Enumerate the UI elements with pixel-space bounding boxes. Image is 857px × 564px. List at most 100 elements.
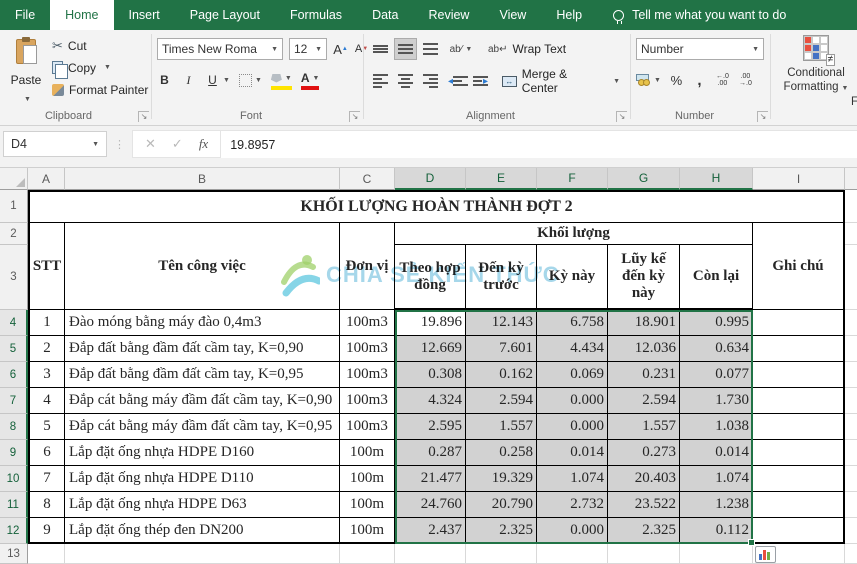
cell-A6[interactable]: 3 xyxy=(28,362,65,388)
cell-D10[interactable]: 21.477 xyxy=(395,466,466,492)
cell-H13[interactable] xyxy=(680,544,753,564)
cell-C5[interactable]: 100m3 xyxy=(340,336,395,362)
font-name-combo[interactable]: Times New Roma ▼ xyxy=(157,38,283,60)
cell-G4[interactable]: 18.901 xyxy=(608,310,680,336)
cell-C11[interactable]: 100m xyxy=(340,492,395,518)
enter-button[interactable]: ✓ xyxy=(172,136,183,152)
cell-E8[interactable]: 1.557 xyxy=(466,414,537,440)
tab-view[interactable]: View xyxy=(484,0,541,30)
orientation-button[interactable]: ab⁄ ▼ xyxy=(444,38,478,60)
column-header-F[interactable]: F xyxy=(537,168,608,190)
copy-button[interactable]: Copy ▼ xyxy=(50,58,150,79)
accounting-format-button[interactable]: ▼ xyxy=(636,70,661,90)
cell-H5[interactable]: 0.634 xyxy=(680,336,753,362)
middle-align-button[interactable] xyxy=(394,38,417,60)
header-cell-con-lai[interactable]: Còn lại xyxy=(680,245,753,310)
cell-B12[interactable]: Lắp đặt ống thép đen DN200 xyxy=(65,518,340,544)
cell-C10[interactable]: 100m xyxy=(340,466,395,492)
wrap-text-button[interactable]: ab↵ Wrap Text xyxy=(488,38,574,60)
font-color-button[interactable]: A ▼ xyxy=(300,70,320,90)
cut-button[interactable]: ✂ Cut xyxy=(50,36,150,55)
format-painter-button[interactable]: Format Painter xyxy=(50,80,150,99)
cell-A13[interactable] xyxy=(28,544,65,564)
cell-B5[interactable]: Đắp đất bằng đầm đất cầm tay, K=0,90 xyxy=(65,336,340,362)
row-header-4[interactable]: 4 xyxy=(0,310,28,336)
cell-partial-column[interactable] xyxy=(845,223,857,245)
cell-I10[interactable] xyxy=(753,466,845,492)
cell-H4[interactable]: 0.995 xyxy=(680,310,753,336)
bottom-align-button[interactable] xyxy=(419,38,442,60)
clipboard-dialog-launcher[interactable]: ↘ xyxy=(138,111,149,122)
cell-E10[interactable]: 19.329 xyxy=(466,466,537,492)
cell-partial-column[interactable] xyxy=(845,440,857,466)
cell-D4[interactable]: 19.896 xyxy=(395,310,466,336)
quick-analysis-button[interactable] xyxy=(755,546,776,563)
cell-C8[interactable]: 100m3 xyxy=(340,414,395,440)
cell-partial-column[interactable] xyxy=(845,310,857,336)
fill-handle[interactable] xyxy=(748,539,755,546)
cell-C7[interactable]: 100m3 xyxy=(340,388,395,414)
cell-G12[interactable]: 2.325 xyxy=(608,518,680,544)
cell-B13[interactable] xyxy=(65,544,340,564)
cell-A7[interactable]: 4 xyxy=(28,388,65,414)
top-align-button[interactable] xyxy=(369,38,392,60)
select-all-corner[interactable] xyxy=(0,168,28,190)
number-format-combo[interactable]: Number ▼ xyxy=(636,38,764,60)
header-cell-theo-hop-dong[interactable]: Theo hợp đồng xyxy=(395,245,466,310)
comma-style-button[interactable]: , xyxy=(692,70,707,90)
cell-F4[interactable]: 6.758 xyxy=(537,310,608,336)
increase-indent-button[interactable]: ▸ xyxy=(469,70,492,92)
cell-H10[interactable]: 1.074 xyxy=(680,466,753,492)
cell-F7[interactable]: 0.000 xyxy=(537,388,608,414)
decrease-decimal-button[interactable]: .00 →.0 xyxy=(738,70,753,90)
cell-E7[interactable]: 2.594 xyxy=(466,388,537,414)
cell-C4[interactable]: 100m3 xyxy=(340,310,395,336)
cell-G9[interactable]: 0.273 xyxy=(608,440,680,466)
header-cell-ky-nay[interactable]: Kỳ này xyxy=(537,245,608,310)
row-header-13[interactable]: 13 xyxy=(0,544,28,564)
tab-file[interactable]: File xyxy=(0,0,50,30)
cell-H7[interactable]: 1.730 xyxy=(680,388,753,414)
insert-function-button[interactable]: fx xyxy=(199,136,208,152)
cell-E5[interactable]: 7.601 xyxy=(466,336,537,362)
merge-center-button[interactable]: ↔ Merge & Center ▼ xyxy=(502,67,620,95)
cell-H12[interactable]: 0.112 xyxy=(680,518,753,544)
cell-H11[interactable]: 1.238 xyxy=(680,492,753,518)
cell-E6[interactable]: 0.162 xyxy=(466,362,537,388)
format-as-table-clipped-label[interactable]: Fo xyxy=(851,96,857,108)
tab-help[interactable]: Help xyxy=(541,0,597,30)
row-header-11[interactable]: 11 xyxy=(0,492,28,518)
underline-button[interactable]: U xyxy=(205,70,220,90)
cell-F12[interactable]: 0.000 xyxy=(537,518,608,544)
row-header-2[interactable]: 2 xyxy=(0,223,28,245)
cell-E11[interactable]: 20.790 xyxy=(466,492,537,518)
borders-button[interactable]: ▼ xyxy=(238,70,262,90)
tab-formulas[interactable]: Formulas xyxy=(275,0,357,30)
align-left-button[interactable] xyxy=(369,70,392,92)
row-header-7[interactable]: 7 xyxy=(0,388,28,414)
cell-I4[interactable] xyxy=(753,310,845,336)
cell-B10[interactable]: Lắp đặt ống nhựa HDPE D110 xyxy=(65,466,340,492)
cell-B9[interactable]: Lắp đặt ống nhựa HDPE D160 xyxy=(65,440,340,466)
cell-D6[interactable]: 0.308 xyxy=(395,362,466,388)
tab-insert[interactable]: Insert xyxy=(114,0,175,30)
cell-E12[interactable]: 2.325 xyxy=(466,518,537,544)
row-header-12[interactable]: 12 xyxy=(0,518,28,544)
header-cell-task[interactable]: Tên công việc xyxy=(65,223,340,310)
cancel-button[interactable]: ✕ xyxy=(145,136,156,152)
cell-G13[interactable] xyxy=(608,544,680,564)
conditional-formatting-button[interactable]: ≠ Conditional Formatting ▼ xyxy=(777,35,855,95)
row-header-9[interactable]: 9 xyxy=(0,440,28,466)
cell-A9[interactable]: 6 xyxy=(28,440,65,466)
cell-partial-column[interactable] xyxy=(845,362,857,388)
cell-D11[interactable]: 24.760 xyxy=(395,492,466,518)
cell-A5[interactable]: 2 xyxy=(28,336,65,362)
cell-F9[interactable]: 0.014 xyxy=(537,440,608,466)
cell-F13[interactable] xyxy=(537,544,608,564)
cell-C6[interactable]: 100m3 xyxy=(340,362,395,388)
increase-decimal-button[interactable]: ←.0 .00 xyxy=(715,70,730,90)
row-header-8[interactable]: 8 xyxy=(0,414,28,440)
column-header-B[interactable]: B xyxy=(65,168,340,190)
formula-input[interactable]: 19.8957 xyxy=(221,130,857,158)
cell-partial-column[interactable] xyxy=(845,388,857,414)
